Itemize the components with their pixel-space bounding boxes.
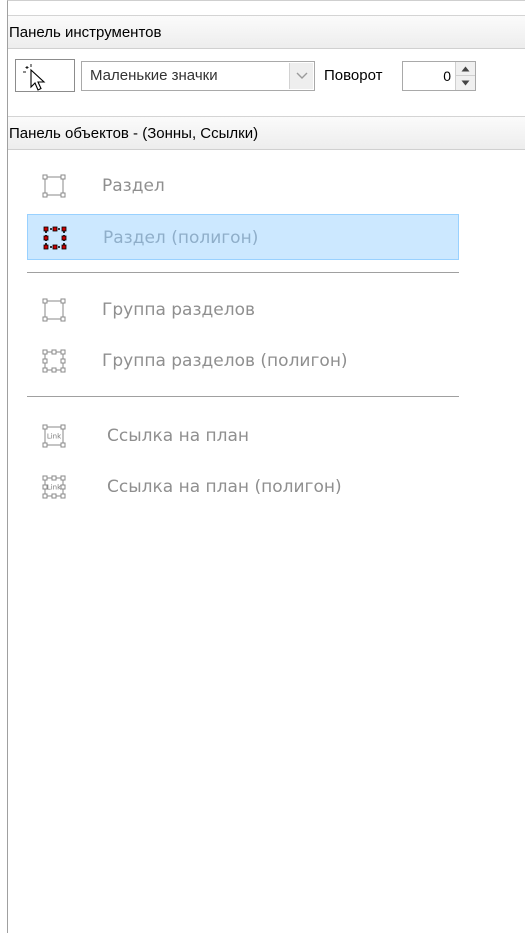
chevron-down-icon xyxy=(296,72,308,79)
triangle-down-icon xyxy=(461,80,470,86)
list-item-label: Раздел (полигон) xyxy=(103,228,259,248)
link-icon-text: Link xyxy=(47,484,62,492)
rotation-label: Поворот xyxy=(324,67,383,84)
plan-link-icon: Link xyxy=(42,424,66,448)
icon-size-select[interactable]: Маленькие значки xyxy=(81,61,315,91)
section-polygon-icon xyxy=(43,226,67,250)
icon-size-select-value: Маленькие значки xyxy=(90,67,218,84)
list-item-label: Ссылка на план (полигон) xyxy=(107,477,342,497)
objects-list: Раздел Раздел (полигон) Группа разделов … xyxy=(8,150,525,933)
plan-link-polygon-icon: Link xyxy=(42,475,66,499)
rotation-increment-button[interactable] xyxy=(456,62,475,76)
list-item-section-polygon[interactable]: Раздел (полигон) xyxy=(27,214,459,260)
list-item-label: Ссылка на план xyxy=(107,426,250,446)
section-group-rect-icon xyxy=(42,298,66,322)
rotation-spin-buttons xyxy=(455,62,475,90)
rotation-spinbox[interactable]: 0 xyxy=(402,61,476,91)
icon-size-dropdown-button[interactable] xyxy=(289,63,313,89)
section-rect-icon xyxy=(42,174,66,198)
pointer-icon xyxy=(23,64,46,91)
list-item-label: Группа разделов xyxy=(102,300,256,320)
rotation-value[interactable]: 0 xyxy=(443,62,451,90)
tools-panel-title: Панель инструментов xyxy=(9,24,162,41)
separator xyxy=(27,272,459,273)
list-item-section-group-polygon[interactable]: Группа разделов (полигон) xyxy=(27,338,459,384)
side-panel: Панель инструментов Маленькие значки Пов… xyxy=(7,0,525,933)
list-item-section-group[interactable]: Группа разделов xyxy=(27,287,459,333)
objects-panel-title: Панель объектов - (Зонны, Ссылки) xyxy=(9,125,259,142)
list-item-section[interactable]: Раздел xyxy=(27,163,459,209)
separator xyxy=(27,396,459,397)
triangle-up-icon xyxy=(461,66,470,72)
list-item-label: Группа разделов (полигон) xyxy=(102,351,348,371)
list-item-plan-link[interactable]: Link Ссылка на план xyxy=(27,413,459,459)
section-group-polygon-icon xyxy=(42,349,66,373)
rotation-decrement-button[interactable] xyxy=(456,76,475,90)
tools-panel-header: Панель инструментов xyxy=(8,15,525,49)
link-icon-text: Link xyxy=(47,433,62,441)
tools-toolbar: Маленькие значки Поворот 0 xyxy=(8,49,525,116)
pointer-tool-button[interactable] xyxy=(15,59,75,92)
list-item-plan-link-polygon[interactable]: Link Ссылка на план (полигон) xyxy=(27,464,459,510)
objects-panel-header: Панель объектов - (Зонны, Ссылки) xyxy=(8,116,525,150)
list-item-label: Раздел xyxy=(102,176,165,196)
